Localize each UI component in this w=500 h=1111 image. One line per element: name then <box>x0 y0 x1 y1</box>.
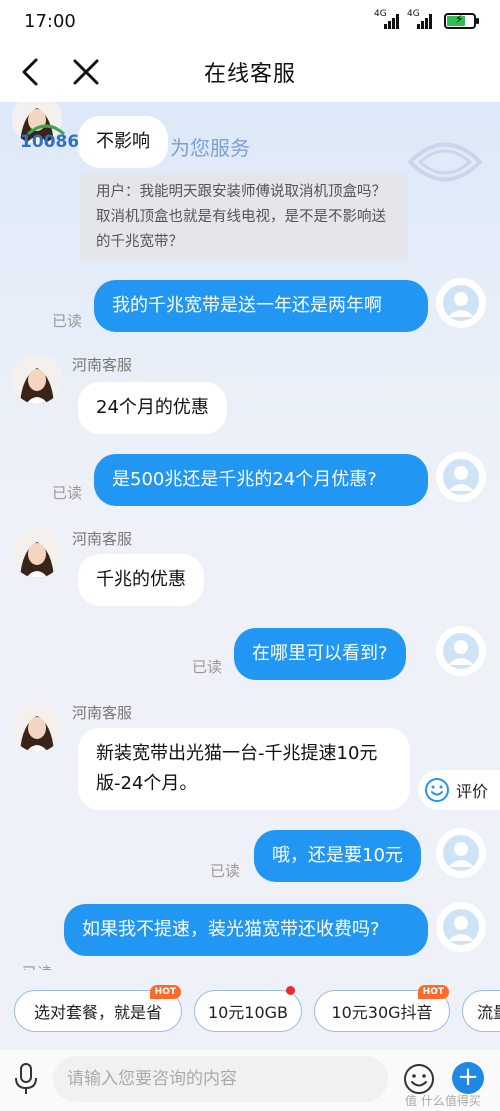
page-title: 在线客服 <box>203 62 296 87</box>
user-avatar <box>436 452 486 502</box>
user-message: 是500兆还是千兆的24个月优惠? <box>94 454 428 506</box>
agent-message: 新装宽带出光猫一台-千兆提速10元版-24个月。 <box>78 728 410 810</box>
agent-message: 不影响 <box>78 116 168 168</box>
default-user-icon <box>443 285 479 321</box>
user-message: 如果我不提速，装光猫宽带还收费吗? <box>64 904 428 956</box>
user-message: 在哪里可以看到? <box>234 628 406 680</box>
quick-reply-chip[interactable]: 选对套餐，就是省 HOT <box>14 985 182 1032</box>
user-message: 哦，还是要10元 <box>254 830 421 882</box>
user-avatar <box>436 278 486 328</box>
default-user-icon <box>443 835 479 871</box>
quick-reply-chip[interactable]: 10元30G抖音 HOT <box>314 985 450 1032</box>
status-icons: 4G 4G ⚡ <box>374 9 479 29</box>
chat-area[interactable]: 为您服务 10086 不影响 用户：我能明天跟安装师傅说取消机顶盒吗？取消机顶盒… <box>0 102 500 970</box>
user-avatar <box>436 626 486 676</box>
read-status: 已读 <box>192 658 223 676</box>
rate-label: 评价 <box>456 782 489 801</box>
user-avatar <box>436 828 486 878</box>
agent-name: 河南客服 <box>72 530 133 548</box>
new-dot-badge <box>286 986 295 995</box>
agent-avatar <box>12 354 62 404</box>
signal-icon: 4G <box>374 9 399 29</box>
default-user-icon <box>443 633 479 669</box>
banner-subtitle: 为您服务 <box>170 136 250 160</box>
smile-icon <box>425 778 449 802</box>
default-user-icon <box>443 909 479 945</box>
quick-reply-chip[interactable]: 10元10GB <box>194 986 302 1032</box>
rate-button[interactable]: 评价 <box>418 770 500 810</box>
user-message: 我的千兆宽带是送一年还是两年啊 <box>94 280 428 332</box>
agent-name: 河南客服 <box>72 356 133 374</box>
agent-avatar <box>12 528 62 578</box>
quoted-message: 用户：我能明天跟安装师傅说取消机顶盒吗？取消机顶盒也就是有线电视，是不是不影响送… <box>80 174 408 261</box>
message-input[interactable] <box>53 1056 388 1102</box>
battery-icon: ⚡ <box>444 12 479 29</box>
nav-bar: 在线客服 <box>0 42 500 102</box>
signal-icon-2: 4G <box>407 9 432 29</box>
read-status: 已读 <box>52 312 83 330</box>
agent-message: 24个月的优惠 <box>78 382 227 434</box>
network-type-label-2: 4G <box>407 9 420 19</box>
close-icon[interactable] <box>66 52 106 92</box>
site-watermark: 值 什么值得买 <box>405 1094 481 1108</box>
agent-name: 河南客服 <box>72 704 133 722</box>
hot-badge: HOT <box>149 985 181 999</box>
user-avatar <box>436 902 486 952</box>
read-status: 已读 <box>210 862 241 880</box>
status-bar: 17:00 4G 4G ⚡ <box>0 0 500 42</box>
emoji-icon[interactable] <box>402 1062 436 1096</box>
chip-label: 流量 <box>477 1003 500 1022</box>
china-mobile-logo: 10086 <box>20 124 79 152</box>
chip-label: 10元30G抖音 <box>331 1003 433 1022</box>
chip-label: 10元10GB <box>207 1003 289 1022</box>
default-user-icon <box>443 459 479 495</box>
quick-reply-chip[interactable]: 流量 <box>462 990 500 1032</box>
back-arrow-icon[interactable] <box>12 52 52 92</box>
microphone-icon[interactable] <box>12 1062 40 1096</box>
quick-reply-bar: 选对套餐，就是省 HOT 10元10GB 10元30G抖音 HOT 流量 <box>0 970 500 1050</box>
china-mobile-watermark-icon <box>407 142 483 182</box>
agent-message: 千兆的优惠 <box>78 554 204 606</box>
agent-avatar <box>12 702 62 752</box>
read-status: 已读 <box>52 484 83 502</box>
add-attachment-button[interactable]: + <box>452 1062 484 1094</box>
chip-label: 选对套餐，就是省 <box>33 1003 162 1022</box>
status-time: 17:00 <box>24 10 76 32</box>
read-status: 已读 <box>22 962 52 970</box>
hot-badge: HOT <box>417 985 449 999</box>
network-type-label: 4G <box>374 9 387 19</box>
